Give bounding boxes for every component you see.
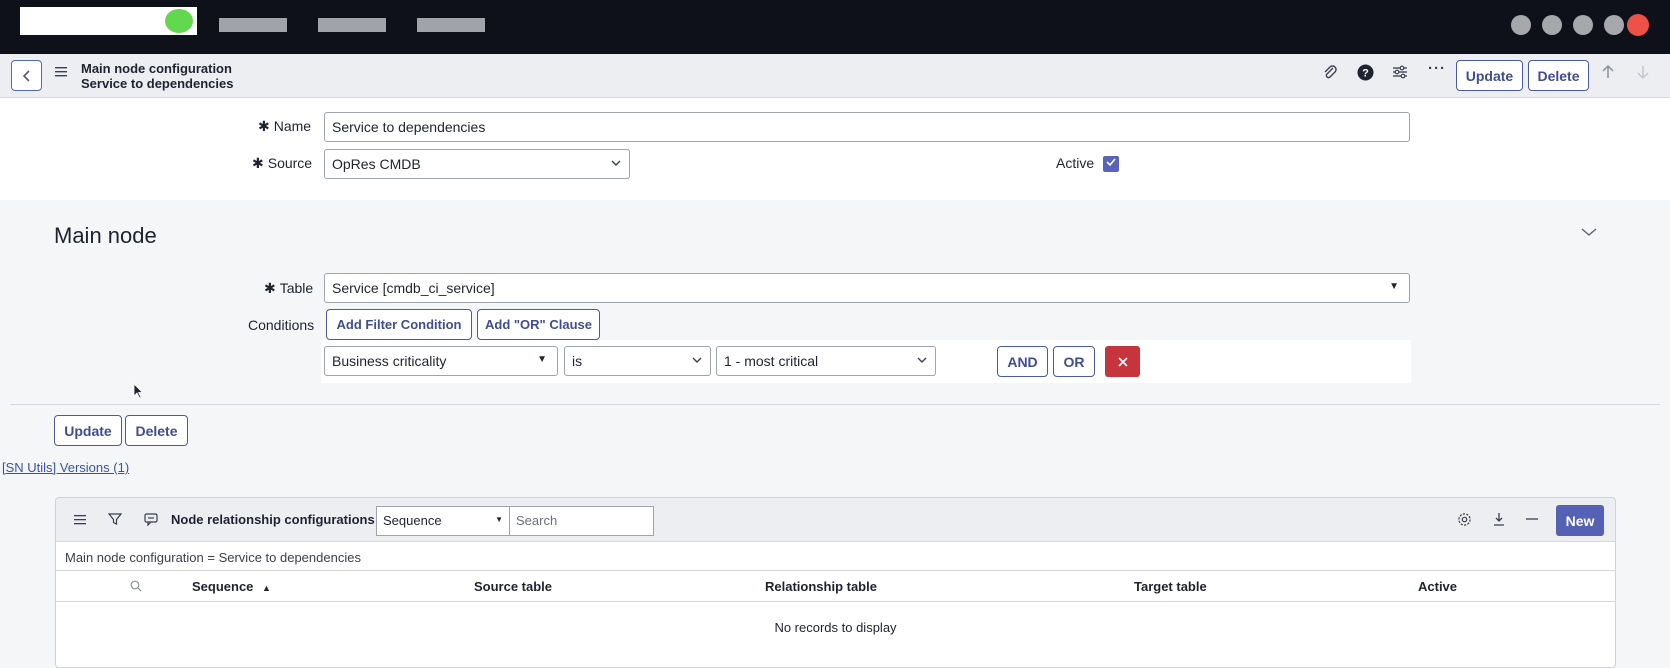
bottom-delete-button[interactable]: Delete bbox=[125, 415, 188, 446]
new-record-button[interactable]: New bbox=[1556, 505, 1604, 536]
personalize-form-icon[interactable] bbox=[1392, 64, 1408, 84]
form-title: Main node configuration Service to depen… bbox=[81, 61, 233, 91]
form-title-line2: Service to dependencies bbox=[81, 76, 234, 91]
chevron-down-icon bbox=[692, 355, 702, 367]
next-record-icon[interactable] bbox=[1636, 64, 1650, 84]
context-menu-icon[interactable] bbox=[55, 66, 68, 79]
column-header-target-table[interactable]: Target table bbox=[1134, 579, 1207, 594]
column-header-source-table[interactable]: Source table bbox=[474, 579, 552, 594]
required-icon: ✱ bbox=[252, 155, 264, 171]
required-icon: ✱ bbox=[258, 118, 270, 134]
column-header-sequence-label: Sequence bbox=[192, 579, 254, 594]
condition-row: Business criticality ▼ is 1 - most criti… bbox=[321, 340, 1411, 383]
table-header: Sequence ▲ Source table Relationship tab… bbox=[56, 570, 1615, 602]
versions-link[interactable]: [SN Utils] Versions (1) bbox=[2, 460, 129, 475]
window-control-4-icon[interactable] bbox=[1604, 15, 1624, 35]
minimize-icon[interactable] bbox=[1525, 512, 1539, 529]
source-select[interactable]: OpRes CMDB bbox=[324, 149, 630, 179]
window-close-icon[interactable] bbox=[1627, 14, 1649, 36]
more-options-icon[interactable]: ··· bbox=[1428, 60, 1446, 77]
and-button[interactable]: AND bbox=[997, 346, 1048, 377]
collapse-section-icon[interactable] bbox=[1581, 224, 1597, 240]
bottom-update-button[interactable]: Update bbox=[54, 415, 122, 446]
settings-gear-icon[interactable] bbox=[1457, 512, 1472, 530]
window-control-3-icon[interactable] bbox=[1573, 15, 1593, 35]
add-or-clause-button[interactable]: Add "OR" Clause bbox=[477, 309, 600, 340]
condition-field-select[interactable]: Business criticality ▼ bbox=[324, 346, 558, 376]
related-list-title: Node relationship configurations bbox=[171, 512, 375, 527]
related-list-header: Node relationship configurations Sequenc… bbox=[56, 498, 1615, 542]
record-form: ✱ Name Service to dependencies ✱ Source Op… bbox=[0, 98, 1670, 200]
divider bbox=[10, 404, 1660, 405]
previous-record-icon[interactable] bbox=[1601, 64, 1615, 84]
list-menu-icon[interactable] bbox=[74, 512, 87, 528]
add-filter-condition-button[interactable]: Add Filter Condition bbox=[326, 309, 472, 340]
empty-state-message: No records to display bbox=[774, 620, 897, 635]
name-field[interactable]: Service to dependencies bbox=[324, 112, 1410, 142]
section-title: Main node bbox=[54, 223, 157, 248]
nav-item-2[interactable] bbox=[318, 18, 386, 32]
chevron-left-icon bbox=[22, 69, 30, 82]
conditions-label: Conditions bbox=[248, 317, 315, 333]
close-icon bbox=[1117, 356, 1128, 367]
search-field-value: Sequence bbox=[383, 513, 442, 528]
table-label: ✱ Table bbox=[264, 280, 314, 296]
nav-item-3[interactable] bbox=[417, 18, 485, 32]
form-header: Main node configuration Service to depen… bbox=[0, 54, 1670, 98]
column-header-active[interactable]: Active bbox=[1418, 579, 1457, 594]
filter-breadcrumb[interactable]: Main node configuration = Service to dep… bbox=[65, 550, 361, 565]
active-checkbox[interactable] bbox=[1103, 156, 1119, 172]
table-select-value: Service [cmdb_ci_service] bbox=[332, 280, 495, 296]
sort-ascending-icon: ▲ bbox=[262, 583, 271, 593]
condition-operator-select[interactable]: is bbox=[564, 346, 711, 376]
download-icon[interactable] bbox=[1492, 512, 1506, 530]
search-field-select[interactable]: Sequence ▼ bbox=[376, 506, 510, 536]
search-input[interactable]: Search bbox=[509, 506, 654, 536]
status-dot-icon bbox=[165, 9, 193, 33]
source-label: ✱ Source bbox=[252, 155, 313, 171]
form-title-line1: Main node configuration bbox=[81, 61, 232, 76]
condition-value-select[interactable]: 1 - most critical bbox=[716, 346, 936, 376]
chevron-down-icon bbox=[917, 355, 927, 367]
column-search-icon[interactable] bbox=[130, 580, 142, 595]
caret-down-icon: ▼ bbox=[495, 515, 503, 524]
column-header-sequence[interactable]: Sequence ▲ bbox=[192, 579, 271, 594]
list-actions-icon[interactable] bbox=[144, 512, 158, 529]
mouse-cursor-icon bbox=[133, 383, 144, 399]
caret-down-icon: ▼ bbox=[537, 354, 547, 365]
nav-item-1[interactable] bbox=[219, 18, 287, 32]
update-button[interactable]: Update bbox=[1456, 60, 1523, 91]
condition-field-value: Business criticality bbox=[332, 353, 447, 369]
help-icon[interactable]: ? bbox=[1357, 64, 1374, 85]
caret-down-icon: ▼ bbox=[1389, 281, 1399, 292]
name-label: ✱ Name bbox=[258, 118, 312, 134]
attachment-icon[interactable] bbox=[1322, 64, 1338, 84]
top-app-bar bbox=[0, 0, 1670, 54]
app-window: Main node configuration Service to depen… bbox=[0, 0, 1670, 668]
remove-condition-button[interactable] bbox=[1105, 346, 1140, 377]
condition-operator-value: is bbox=[572, 353, 583, 369]
back-button[interactable] bbox=[11, 60, 42, 91]
condition-value-value: 1 - most critical bbox=[724, 353, 819, 369]
related-list-panel: Node relationship configurations Sequenc… bbox=[55, 497, 1616, 668]
svg-text:?: ? bbox=[1362, 68, 1369, 80]
required-icon: ✱ bbox=[264, 280, 276, 296]
or-button[interactable]: OR bbox=[1053, 346, 1095, 377]
checkmark-icon bbox=[1106, 158, 1116, 167]
window-control-2-icon[interactable] bbox=[1542, 15, 1562, 35]
window-control-1-icon[interactable] bbox=[1511, 15, 1531, 35]
table-select[interactable]: Service [cmdb_ci_service] ▼ bbox=[324, 273, 1410, 303]
main-node-section: Main node ✱ Table Service [cmdb_ci_servic… bbox=[0, 200, 1670, 668]
column-header-relationship-table[interactable]: Relationship table bbox=[765, 579, 877, 594]
chevron-down-icon bbox=[611, 158, 621, 170]
filter-icon[interactable] bbox=[107, 512, 123, 529]
delete-button[interactable]: Delete bbox=[1528, 60, 1589, 91]
active-label: Active bbox=[1056, 155, 1095, 171]
source-select-value: OpRes CMDB bbox=[332, 156, 421, 172]
